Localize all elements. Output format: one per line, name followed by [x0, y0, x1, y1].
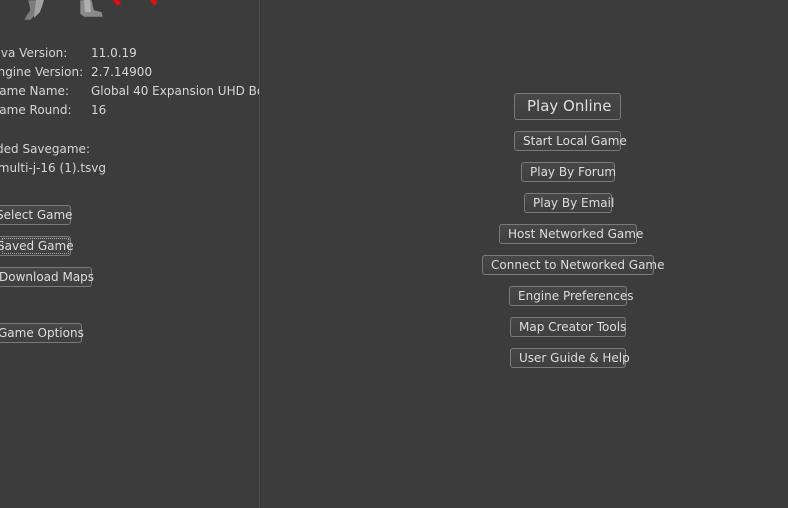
play-by-email-button[interactable]: Play By Email [524, 193, 614, 213]
main-window: Java Version: 11.0.19 Engine Version: 2.… [0, 0, 788, 508]
engine-version-value: 2.7.14900 [91, 65, 153, 79]
select-game-button[interactable]: Select Game [0, 205, 73, 225]
saved-game-button[interactable]: Saved Game [0, 236, 74, 256]
user-guide-help-button[interactable]: User Guide & Help [510, 348, 630, 368]
start-local-game-button[interactable]: Start Local Game [514, 131, 627, 151]
game-artwork [23, 0, 157, 21]
map-creator-tools-button[interactable]: Map Creator Tools [510, 317, 626, 337]
game-info-panel: Java Version: 11.0.19 Engine Version: 2.… [0, 0, 259, 508]
panel-divider-shadow [260, 0, 261, 508]
savegame-filename: p-multi-j-16 (1).tsvg [0, 161, 106, 175]
game-round-value: 16 [91, 103, 107, 117]
play-by-forum-button[interactable]: Play By Forum [521, 162, 616, 182]
host-networked-game-button[interactable]: Host Networked Game [499, 224, 643, 244]
engine-preferences-button[interactable]: Engine Preferences [509, 286, 634, 306]
game-name-label: Game Name: [0, 84, 69, 98]
game-options-button[interactable]: Game Options [0, 323, 84, 343]
engine-version-label: Engine Version: [0, 65, 84, 79]
download-maps-button[interactable]: Download Maps [0, 267, 94, 287]
savegame-label: Loaded Savegame: [0, 142, 90, 156]
connect-to-networked-game-button[interactable]: Connect to Networked Game [482, 255, 665, 275]
game-name-value: Global 40 Expansion UHD Boxes [91, 84, 259, 98]
java-version-label: Java Version: [0, 46, 68, 60]
play-online-button[interactable]: Play Online [514, 93, 621, 120]
game-round-label: Game Round: [0, 103, 72, 117]
java-version-value: 11.0.19 [91, 46, 137, 60]
